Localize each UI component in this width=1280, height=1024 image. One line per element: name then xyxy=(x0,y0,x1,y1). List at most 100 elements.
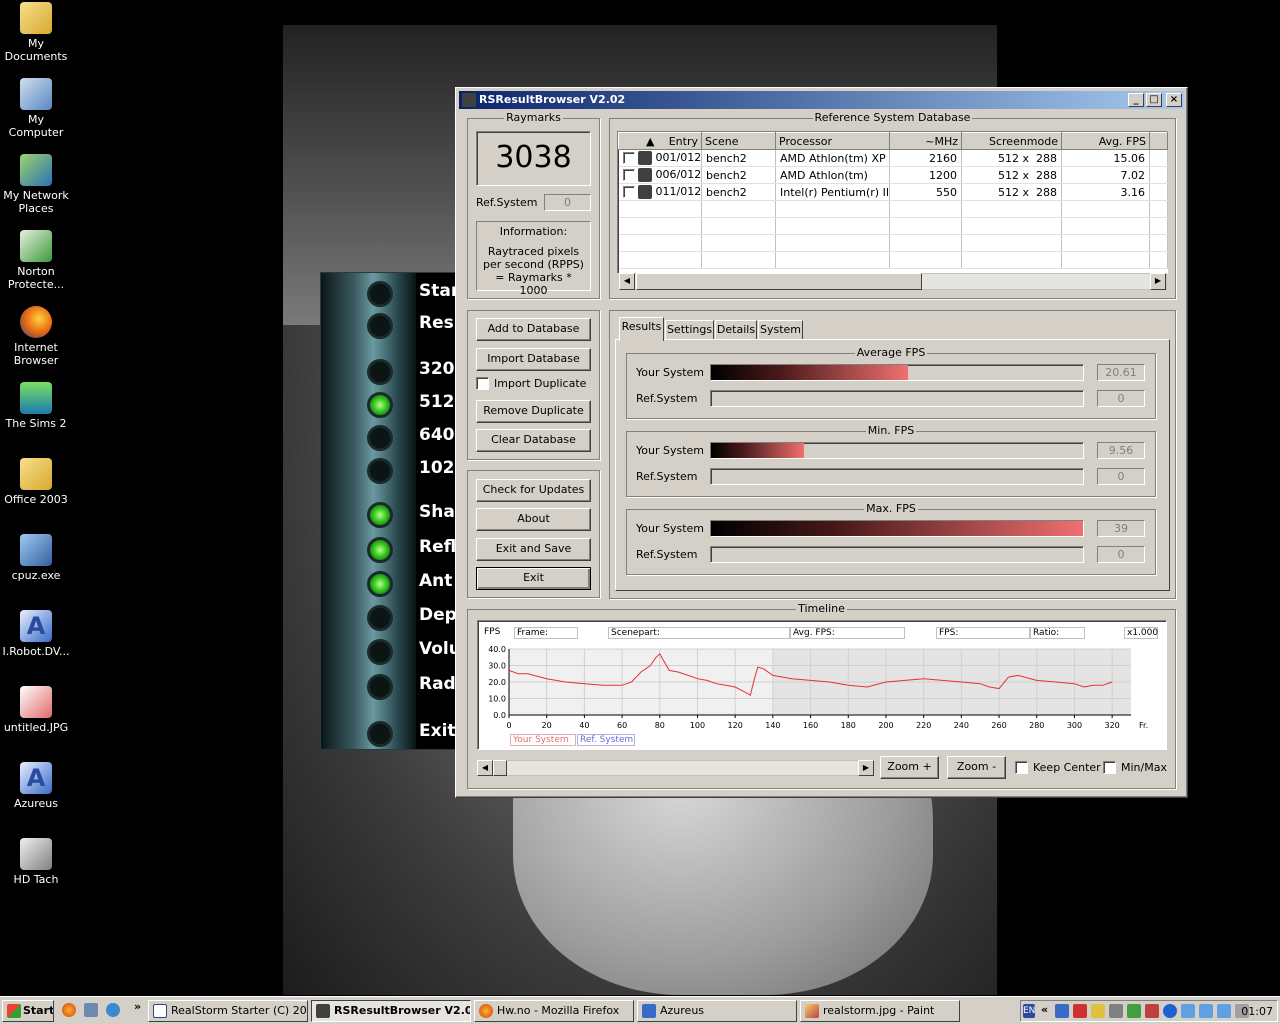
row-checkbox[interactable] xyxy=(622,186,635,198)
timeline-scroll-thumb[interactable] xyxy=(493,760,507,776)
taskbar-item-realstorm[interactable]: RealStorm Starter (C) 2002 xyxy=(148,1000,308,1022)
x-tick-label: 140 xyxy=(765,721,780,730)
taskbar-item-azureus[interactable]: Azureus xyxy=(637,1000,797,1022)
desktop-icon-untitled-jpg[interactable]: untitled.JPG xyxy=(0,686,72,734)
row-entry-cell: 006/012 xyxy=(618,166,702,184)
launcher-led-7 xyxy=(367,537,393,563)
column-header-scene[interactable]: Scene xyxy=(701,132,776,150)
launcher-item-4[interactable]: 640 xyxy=(419,425,455,445)
reference-db-scroll-thumb[interactable] xyxy=(636,273,922,290)
launcher-item-3[interactable]: 512x xyxy=(419,392,459,412)
taskbar-item-rsresultbrowser[interactable]: RSResultBrowser V2.02 xyxy=(311,1000,471,1022)
scroll-right-icon[interactable]: ▶ xyxy=(1150,273,1166,290)
launcher-item-12[interactable]: Exit xyxy=(419,721,456,741)
launcher-item-2[interactable]: 320 xyxy=(419,359,455,379)
firefox-quicklaunch-icon[interactable] xyxy=(62,1003,76,1017)
taskbar-item-firefox[interactable]: Hw.no - Mozilla Firefox xyxy=(474,1000,634,1022)
bluetooth-icon[interactable] xyxy=(1163,1004,1177,1018)
check-updates-button[interactable]: Check for Updates xyxy=(476,479,591,502)
about-button[interactable]: About xyxy=(476,508,591,531)
network-tray-icon[interactable] xyxy=(1181,1004,1195,1018)
row-checkbox[interactable] xyxy=(622,169,635,181)
add-to-database-button[interactable]: Add to Database xyxy=(476,318,591,341)
launcher-led-12 xyxy=(367,721,393,747)
desktop-icon-norton[interactable]: Norton Protecte... xyxy=(0,230,72,291)
minmax-label: Min/Max xyxy=(1121,761,1167,774)
tray-icon[interactable] xyxy=(1145,1004,1159,1018)
window-titlebar[interactable]: RSResultBrowser V2.02 _ □ × xyxy=(459,91,1184,109)
launcher-item-10[interactable]: Volu xyxy=(419,639,459,659)
desktop-icon-office2003[interactable]: Office 2003 xyxy=(0,458,72,506)
column-header-screenmode[interactable]: Screenmode xyxy=(961,132,1062,150)
zoom-in-button[interactable]: Zoom + xyxy=(880,756,939,779)
timeline-scroll-left-icon[interactable]: ◀ xyxy=(477,760,493,776)
tray-icon[interactable] xyxy=(1109,1004,1123,1018)
desktop-icon-cpuz[interactable]: cpuz.exe xyxy=(0,534,72,582)
language-indicator[interactable]: EN xyxy=(1023,1004,1035,1018)
firefox-icon xyxy=(479,1004,493,1018)
azureus-tray-icon[interactable] xyxy=(1055,1004,1069,1018)
table-row[interactable]: 011/012 bench2 Intel(r) Pentium(r) III 550 5… xyxy=(618,183,1168,201)
launcher-item-11[interactable]: Rad xyxy=(419,674,456,694)
taskbar-item-paint[interactable]: realstorm.jpg - Paint xyxy=(800,1000,960,1022)
table-row[interactable]: 001/012 bench2 AMD Athlon(tm) XP 2160 512 x … xyxy=(618,149,1168,167)
quicklaunch-chevron[interactable]: » xyxy=(134,1000,141,1013)
row-checkbox[interactable] xyxy=(622,152,635,164)
launcher-item-0[interactable]: Star xyxy=(419,281,459,301)
exit-button[interactable]: Exit xyxy=(476,567,591,590)
column-header-entry[interactable]: ▲ Entry xyxy=(618,132,702,150)
tab-system[interactable]: System xyxy=(758,320,803,340)
launcher-item-9[interactable]: Dep xyxy=(419,605,457,625)
launcher-item-8[interactable]: Ant xyxy=(419,571,452,591)
launcher-item-1[interactable]: Res xyxy=(419,313,454,333)
desktop-icon-sims2[interactable]: The Sims 2 xyxy=(0,382,72,430)
keep-center-checkbox[interactable] xyxy=(1015,761,1028,774)
x-tick-label: 80 xyxy=(655,721,665,730)
row-mhz-cell: 550 xyxy=(889,183,962,201)
ie-quicklaunch-icon[interactable] xyxy=(106,1003,120,1017)
desktop-icon-internet-browser[interactable]: Internet Browser xyxy=(0,306,72,367)
desktop-icon-hdtach[interactable]: HD Tach xyxy=(0,838,72,886)
import-database-button[interactable]: Import Database xyxy=(476,348,591,371)
scroll-left-icon[interactable]: ◀ xyxy=(619,273,635,290)
tab-details[interactable]: Details xyxy=(715,320,757,340)
clear-database-button[interactable]: Clear Database xyxy=(476,429,591,452)
launcher-item-7[interactable]: Refl xyxy=(419,537,456,557)
tray-icon[interactable] xyxy=(1073,1004,1087,1018)
launcher-item-6[interactable]: Sha xyxy=(419,502,455,522)
tray-icon[interactable] xyxy=(1127,1004,1141,1018)
column-header-mhz[interactable]: ~MHz xyxy=(889,132,962,150)
minmax-checkbox[interactable] xyxy=(1103,761,1116,774)
exit-and-save-button[interactable]: Exit and Save xyxy=(476,538,591,561)
network-tray-icon[interactable] xyxy=(1199,1004,1213,1018)
average-your-fill xyxy=(711,365,909,380)
desktop-icon-azureus[interactable]: A Azureus xyxy=(0,762,72,810)
row-blank-cell xyxy=(1149,149,1168,167)
desktop-icon-irobot[interactable]: A I.Robot.DV... xyxy=(0,610,72,658)
timeline-scroll-right-icon[interactable]: ▶ xyxy=(858,760,874,776)
timeline-hscrollbar[interactable] xyxy=(477,760,874,776)
import-duplicate-checkbox[interactable] xyxy=(476,377,489,390)
network-tray-icon[interactable] xyxy=(1217,1004,1231,1018)
tray-chevron[interactable]: « xyxy=(1041,1003,1048,1016)
start-button[interactable]: Start xyxy=(2,1000,54,1022)
tab-results[interactable]: Results xyxy=(619,317,664,341)
table-row[interactable]: 006/012 bench2 AMD Athlon(tm) 1200 512 x 288… xyxy=(618,166,1168,184)
row-scene-cell: bench2 xyxy=(701,166,776,184)
x-tick-label: 60 xyxy=(617,721,627,730)
desktop-icon-network-places[interactable]: My Network Places xyxy=(0,154,72,215)
launcher-item-5[interactable]: 1024 xyxy=(419,458,459,478)
remove-duplicate-button[interactable]: Remove Duplicate xyxy=(476,400,591,423)
close-button[interactable]: × xyxy=(1166,93,1182,107)
zoom-out-button[interactable]: Zoom - xyxy=(947,756,1006,779)
quicklaunch-icon[interactable] xyxy=(84,1003,98,1017)
tray-icon[interactable] xyxy=(1091,1004,1105,1018)
column-header-processor[interactable]: Processor xyxy=(775,132,890,150)
tab-settings[interactable]: Settings xyxy=(665,320,714,340)
minimize-button[interactable]: _ xyxy=(1128,93,1144,107)
desktop-icon-my-documents[interactable]: My Documents xyxy=(0,2,72,63)
maximize-button[interactable]: □ xyxy=(1146,93,1162,107)
launcher-led-6 xyxy=(367,502,393,528)
column-header-avgfps[interactable]: Avg. FPS xyxy=(1061,132,1150,150)
desktop-icon-my-computer[interactable]: My Computer xyxy=(0,78,72,139)
